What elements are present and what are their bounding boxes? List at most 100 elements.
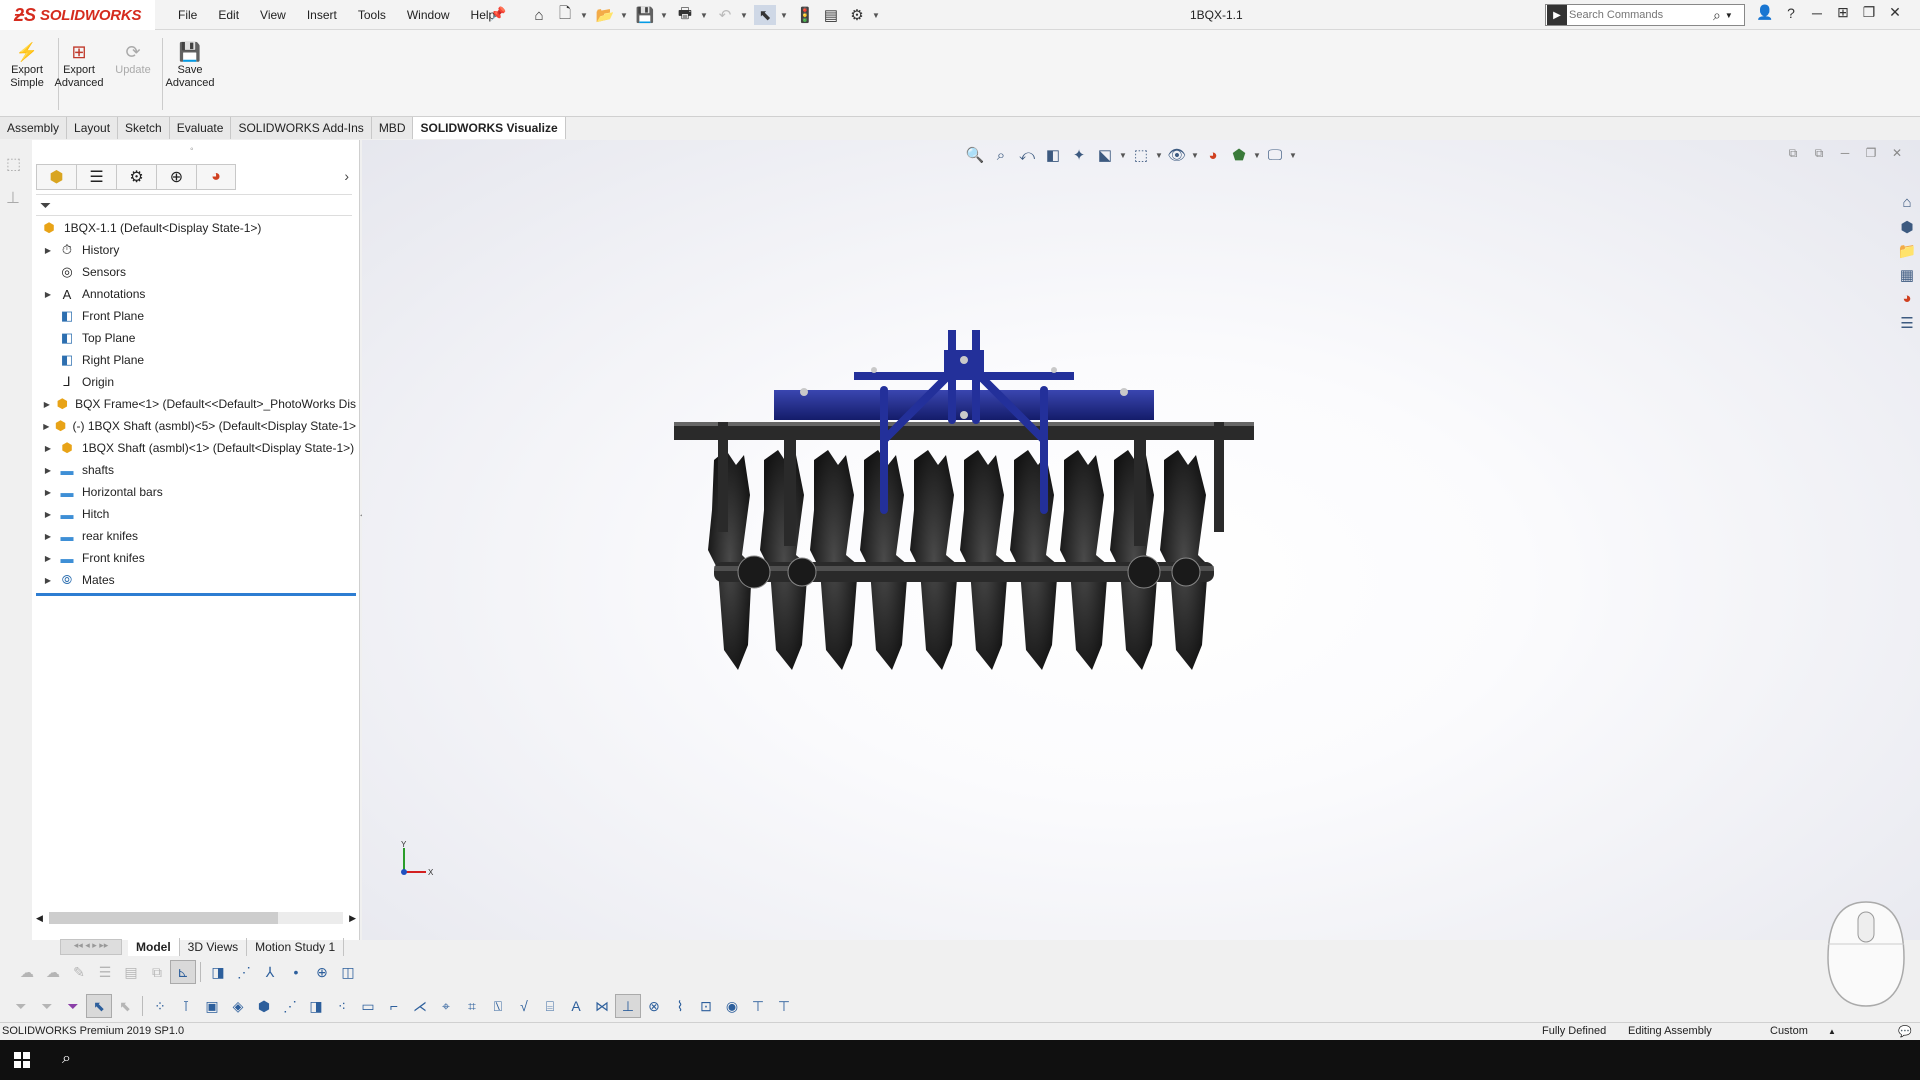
filter-solid-icon[interactable]: ⬢ [251,994,277,1018]
tree-item-sensors[interactable]: ◎ Sensors [36,261,356,283]
expand-arrow-icon[interactable]: ▶ [42,532,54,541]
windows-start-icon[interactable] [14,1052,30,1068]
view-palette-icon[interactable]: ▦ [1894,266,1920,290]
zoom-to-fit-icon[interactable]: 🔍 [962,143,988,167]
rail-icon-2[interactable]: ⊥ [6,188,24,208]
traffic-light-icon[interactable]: 🚦 [794,5,816,25]
viewport-close-icon[interactable]: ✕ [1884,146,1910,161]
configuration-manager-tab-icon[interactable]: ⚙ [116,164,156,190]
filter-blocks-icon[interactable]: ⊡ [693,994,719,1018]
search-commands-box[interactable]: ▶ ⌕ ▼ [1545,4,1745,26]
save-advanced-button[interactable]: 💾 Save Advanced [163,40,217,90]
export-advanced-button[interactable]: ⊞ Export Advanced [52,40,106,90]
new-dropdown-icon[interactable]: ▼ [580,11,588,20]
scroll-left-icon[interactable]: ◀ [36,913,43,924]
coordinate-system-icon[interactable]: ⅄ [257,960,283,984]
view-orientation-dropdown-icon[interactable]: ▼ [1118,143,1128,167]
toolbar-icon-1[interactable]: ☁ [14,960,40,984]
menu-insert[interactable]: Insert [307,8,337,22]
tree-item-bqx-frame-1-default-default-photoworks-dis[interactable]: ▶ ⬢ BQX Frame<1> (Default<<Default>_PhotoW… [36,393,356,415]
toolbar-icon-5[interactable]: ▤ [118,960,144,984]
unit-system[interactable]: Custom [1770,1025,1808,1037]
options-dropdown-icon[interactable]: ▼ [872,11,880,20]
filter-points-icon[interactable]: ⁖ [329,994,355,1018]
expand-arrow-icon[interactable]: ▶ [42,466,54,475]
toolbar-icon-7[interactable]: ⊾ [170,960,196,984]
filter-datum-icon[interactable]: ⊥ [615,994,641,1018]
viewport-minimize-icon[interactable]: ─ [1832,146,1858,161]
expand-arrow-icon[interactable]: ▶ [42,554,54,563]
tree-item-front-knifes[interactable]: ▶ ▬ Front knifes [36,547,356,569]
filter-connection-point-icon[interactable]: ◉ [719,994,745,1018]
disc-harrow-model[interactable] [674,330,1274,710]
filter-axes-icon[interactable]: ⋰ [277,994,303,1018]
tree-filter[interactable]: ⏷ [36,194,352,216]
apply-scene-icon[interactable]: ⬟ [1226,143,1252,167]
view-settings-dropdown-icon[interactable]: ▼ [1288,143,1298,167]
taskbar-search-icon[interactable]: ⌕ [62,1050,71,1068]
options-gear-icon[interactable]: ⚙ [846,5,868,25]
tree-item-1bqx-shaft-asmbl-5-default-display-state-1[interactable]: ▶ ⬢ (-) 1BQX Shaft (asmbl)<5> (Default<Dis… [36,415,356,437]
save-icon[interactable]: 💾 [634,5,656,25]
tree-item-horizontal-bars[interactable]: ▶ ▬ Horizontal bars [36,481,356,503]
rollback-bar[interactable] [36,593,356,596]
new-document-icon[interactable]: 🗋 [554,5,576,25]
open-dropdown-icon[interactable]: ▼ [620,11,628,20]
filter-faces-icon[interactable]: ▣ [199,994,225,1018]
select-dropdown-icon[interactable]: ▼ [780,11,788,20]
expand-arrow-icon[interactable]: ▶ [42,510,54,519]
tree-item-history[interactable]: ▶ ⏱ History [36,239,356,261]
dimxpert-manager-tab-icon[interactable]: ⊕ [156,164,196,190]
tab-visualize[interactable]: SOLIDWORKS Visualize [413,117,566,139]
filter-all-icon[interactable]: ⏷ [60,994,86,1018]
expand-arrow-icon[interactable]: ▶ [42,488,54,497]
filter-datum-target-icon[interactable]: ⊗ [641,994,667,1018]
menu-tools[interactable]: Tools [358,8,386,22]
expand-arrow-icon[interactable]: ▶ [42,246,54,255]
open-folder-icon[interactable]: 📂 [594,5,616,25]
mate-reference-icon[interactable]: ◫ [335,960,361,984]
design-library-icon[interactable]: ⬢ [1894,218,1920,242]
panel-grip-icon[interactable]: ◦ [190,144,194,155]
viewport-prev-icon[interactable]: ⧉ [1780,146,1806,161]
tab-model[interactable]: Model [128,938,180,956]
filter-edges-icon[interactable]: ⊺ [173,994,199,1018]
tree-item-mates[interactable]: ▶ ⦾ Mates [36,569,356,591]
center-of-mass-icon[interactable]: ⊕ [309,960,335,984]
filter-planes-icon[interactable]: ◨ [303,994,329,1018]
property-manager-tab-icon[interactable]: ☰ [76,164,116,190]
tree-root[interactable]: ⬢ 1BQX-1.1 (Default<Display State-1>) [36,217,356,239]
hide-show-items-icon[interactable]: 👁 [1164,143,1190,167]
tab-mbd[interactable]: MBD [371,117,414,139]
quick-tips-icon[interactable]: 💬 [1898,1025,1912,1038]
select-arrow-icon[interactable]: ⬉ [754,5,776,25]
rail-icon-1[interactable]: ⬚ [6,154,24,174]
tab-sketch[interactable]: Sketch [118,117,170,139]
tree-item-right-plane[interactable]: ◧ Right Plane [36,349,356,371]
menu-window[interactable]: Window [407,8,450,22]
home-icon[interactable]: ⌂ [528,5,550,25]
axis-icon[interactable]: ⋰ [231,960,257,984]
expand-arrow-icon[interactable]: ▶ [42,444,54,453]
filter-toggle-icon[interactable]: ⏷ [8,994,34,1018]
restore-icon[interactable]: ❐ [1856,4,1882,21]
tab-layout[interactable]: Layout [67,117,119,139]
print-icon[interactable]: 🖶 [674,5,696,25]
tree-item-origin[interactable]: ⅃ Origin [36,371,356,393]
menu-file[interactable]: File [178,8,197,22]
export-simple-button[interactable]: ⚡ Export Simple [0,40,54,90]
tree-item-top-plane[interactable]: ◧ Top Plane [36,327,356,349]
toolbar-icon-4[interactable]: ☰ [92,960,118,984]
expand-arrow-icon[interactable]: ▶ [42,400,52,409]
select-cursor-icon[interactable]: ⬉ [86,994,112,1018]
viewport-restore-icon[interactable]: ❐ [1858,146,1884,161]
tree-item-annotations[interactable]: ▶ A Annotations [36,283,356,305]
edit-appearance-icon[interactable]: ◕ [1200,143,1226,167]
minimize-icon[interactable]: ─ [1804,5,1830,21]
undo-icon[interactable]: ↶ [714,5,736,25]
file-properties-icon[interactable]: ▤ [820,5,842,25]
viewport-next-icon[interactable]: ⧉ [1806,146,1832,161]
appearances-icon[interactable]: ◕ [1894,290,1920,314]
tab-scroll-arrows[interactable]: ◂◂ ◂ ▸ ▸▸ [60,939,122,955]
toolbar-icon-2[interactable]: ☁ [40,960,66,984]
